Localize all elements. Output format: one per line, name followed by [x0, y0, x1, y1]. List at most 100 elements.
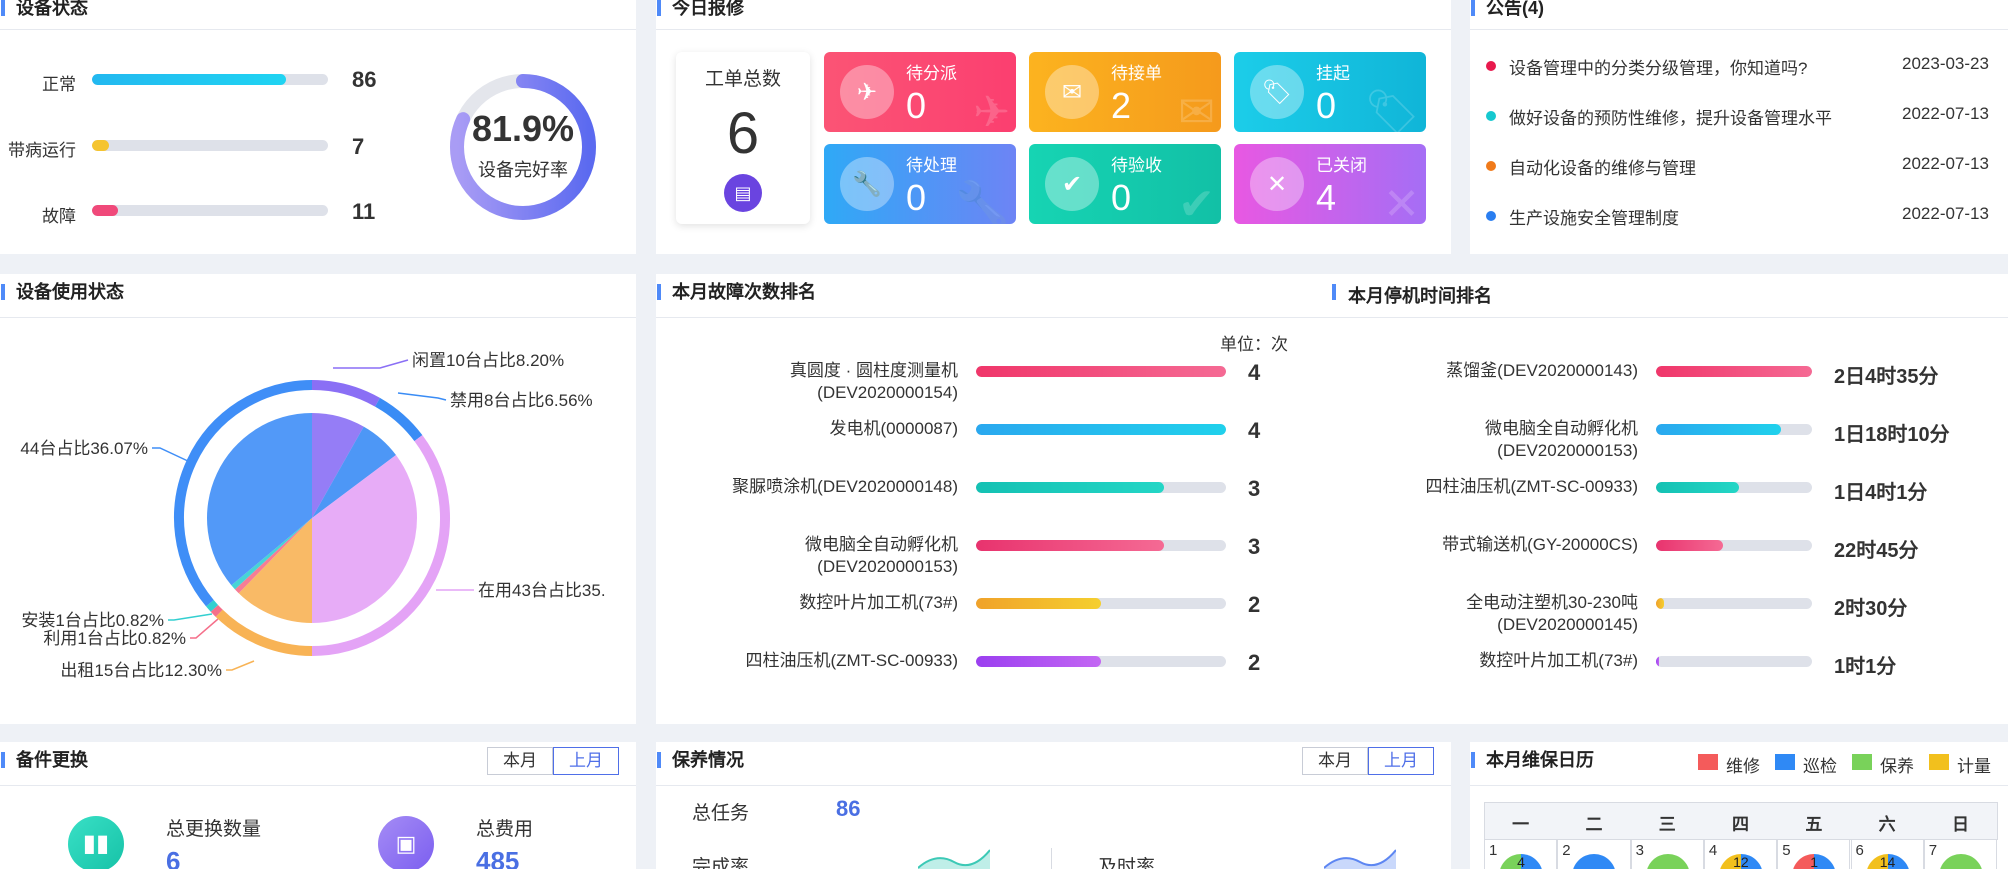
maintain-timely-label: 及时率 [1098, 857, 1156, 869]
notice-item[interactable]: 做好设备的预防性维修，提升设备管理水平 2022-07-13 [1470, 102, 2008, 132]
weekday-label: 四 [1732, 815, 1750, 834]
fault-item-name: 微电脑全自动孵化机 (DEV2020000153) [805, 535, 958, 576]
status-label-fault: 故障 [42, 207, 76, 226]
calendar-day-cell[interactable]: 7 [1923, 840, 1998, 869]
calendar-panel: 本月维保日历 维修 巡检 保养 计量一二三四五六日 1 4 2 3 4 12 5 1 6 14 7 [1470, 742, 2008, 869]
downtime-item-name: 数控叶片加工机(73#) [1479, 651, 1638, 670]
repair-card-2[interactable]: 🏷 挂起 0 🏷 [1234, 52, 1426, 132]
notice-text: 生产设施安全管理制度 [1509, 209, 1679, 228]
fault-item-fill [976, 656, 1101, 667]
maintain-tab-last-month[interactable]: 上月 [1368, 747, 1434, 775]
downtime-item-value: 22时45分 [1834, 540, 1919, 562]
fault-unit-label: 单位：次 [1220, 335, 1288, 354]
tag-icon: 🏷 [1250, 65, 1304, 119]
spare-tab-last-month[interactable]: 上月 [553, 747, 619, 775]
repair-card-value: 0 [906, 85, 927, 126]
fault-item-bar[interactable] [976, 598, 1226, 609]
status-fill-sick [92, 140, 109, 151]
status-bar-sick [92, 140, 328, 151]
notice-dot-icon [1486, 211, 1496, 221]
downtime-item-fill [1656, 366, 1812, 377]
repair-card-4[interactable]: ✔ 待验收 0 ✔ [1029, 144, 1221, 224]
calendar-day-cell[interactable]: 4 12 [1703, 840, 1778, 869]
notice-item[interactable]: 自动化设备的维修与管理 2022-07-13 [1470, 152, 2008, 182]
fault-item-value: 4 [1248, 360, 1261, 385]
pie-label: 44台占比36.07% [20, 439, 148, 458]
maintain-task-value: 86 [836, 796, 861, 821]
total-orders-value: 6 [726, 101, 760, 166]
rank-panel: 本月故障次数排名 本月停机时间排名 单位：次 真圆度 · 圆柱度测量机 (DEV… [656, 274, 2008, 724]
repair-card-1[interactable]: ✉ 待接单 2 ✉ [1029, 52, 1221, 132]
pie-label: 在用43台占比35. [478, 581, 606, 600]
repair-card-5[interactable]: ✕ 已关闭 4 ✕ [1234, 144, 1426, 224]
calendar-day-cell[interactable]: 6 14 [1850, 840, 1924, 869]
downtime-item-bar[interactable] [1656, 540, 1812, 551]
calendar-day-cell[interactable]: 2 [1557, 840, 1631, 869]
calendar-day-cell[interactable]: 3 [1630, 840, 1704, 869]
downtime-item-name: 带式输送机(GY-20000CS) [1442, 535, 1638, 554]
downtime-item-bar[interactable] [1656, 424, 1812, 435]
pie-leader-line [226, 660, 255, 671]
envelope-check-icon: ✉ [1045, 65, 1099, 119]
pie-leader-line [190, 618, 219, 639]
repair-card-0[interactable]: ✈ 待分派 0 ✈ [824, 52, 1016, 132]
repair-card-3[interactable]: 🔧 待处理 0 🔧 [824, 144, 1016, 224]
repair-panel: 今日报修 工单总数 6 ▤ ✈ 待分派 0 ✈ ✉ 待接单 2 ✉ 🏷 挂起 0 🏷 🔧 待处理 0 🔧 ✔ 待验… [656, 0, 1451, 254]
close-circle-icon: ✕ [1250, 157, 1304, 211]
calendar-event-circle [1572, 854, 1617, 869]
weekday-label: 三 [1658, 815, 1676, 834]
spare-total-label: 总更换数量 [166, 819, 262, 840]
fault-item-bar[interactable] [976, 656, 1226, 667]
legend-swatch [1698, 754, 1718, 770]
calendar-day-cell[interactable]: 51 [1777, 840, 1851, 869]
fault-item-name: 数控叶片加工机(73#) [799, 593, 958, 612]
maintain-tab-this-month[interactable]: 本月 [1302, 747, 1368, 775]
pie-leader-line [397, 392, 447, 401]
maintain-task-label: 总任务 [692, 803, 750, 824]
notice-dot-icon [1486, 61, 1496, 71]
calendar-event-count: 1 [1810, 854, 1819, 869]
notice-dot-icon [1486, 111, 1496, 121]
fault-item-name: 聚脲喷涂机(DEV2020000148) [732, 477, 958, 496]
downtime-item-bar[interactable] [1656, 482, 1812, 493]
fault-item-bar[interactable] [976, 424, 1226, 435]
legend-label: 巡检 [1803, 757, 1837, 776]
downtime-item-value: 2日4时35分 [1834, 366, 1939, 388]
calendar-day-cell[interactable]: 14 [1484, 840, 1558, 869]
fault-item-value: 3 [1248, 534, 1261, 559]
calendar-event-circle [1938, 854, 1983, 869]
weekday-label: 六 [1878, 815, 1896, 834]
repair-card-value: 4 [1316, 177, 1337, 218]
notice-item[interactable]: 设备管理中的分类分级管理，你知道吗? 2023-03-23 [1470, 52, 2008, 82]
calendar-day-number: 2 [1562, 842, 1571, 859]
downtime-title-marker [1332, 284, 1336, 300]
fault-item-bar[interactable] [976, 540, 1226, 551]
downtime-item-name: 蒸馏釜(DEV2020000143) [1446, 361, 1638, 380]
pie-label: 禁用8台占比6.56% [450, 391, 593, 410]
pie-leader-line [168, 613, 213, 621]
weekday-label: 二 [1585, 815, 1603, 834]
status-value-sick: 7 [352, 134, 365, 159]
downtime-item-bar[interactable] [1656, 656, 1812, 667]
status-bar-fault [92, 205, 328, 216]
pie-leader-line [333, 359, 409, 369]
notice-date: 2022-07-13 [1902, 104, 1989, 123]
repair-card-value: 0 [1316, 85, 1337, 126]
intact-rate-label: 设备完好率 [478, 160, 568, 180]
fault-item-bar[interactable] [976, 366, 1226, 377]
repair-card-label: 待验收 [1111, 156, 1162, 175]
spare-tab-this-month[interactable]: 本月 [487, 747, 553, 775]
fault-item-value: 2 [1248, 592, 1261, 617]
notice-item[interactable]: 生产设施安全管理制度 2022-07-13 [1470, 202, 2008, 232]
paper-plane-icon: ✈ [840, 65, 894, 119]
intact-rate-value: 81.9% [471, 108, 575, 149]
repair-card-value: 0 [1111, 177, 1132, 218]
downtime-item-name: 全电动注塑机30-230吨 (DEV2020000145) [1466, 593, 1638, 634]
fault-item-value: 3 [1248, 476, 1261, 501]
status-bar-normal [92, 74, 328, 85]
downtime-item-bar[interactable] [1656, 366, 1812, 377]
total-orders-card[interactable]: 工单总数 6 ▤ [676, 52, 810, 224]
wallet-icon: ▣ [378, 816, 434, 869]
downtime-item-bar[interactable] [1656, 598, 1812, 609]
fault-item-bar[interactable] [976, 482, 1226, 493]
